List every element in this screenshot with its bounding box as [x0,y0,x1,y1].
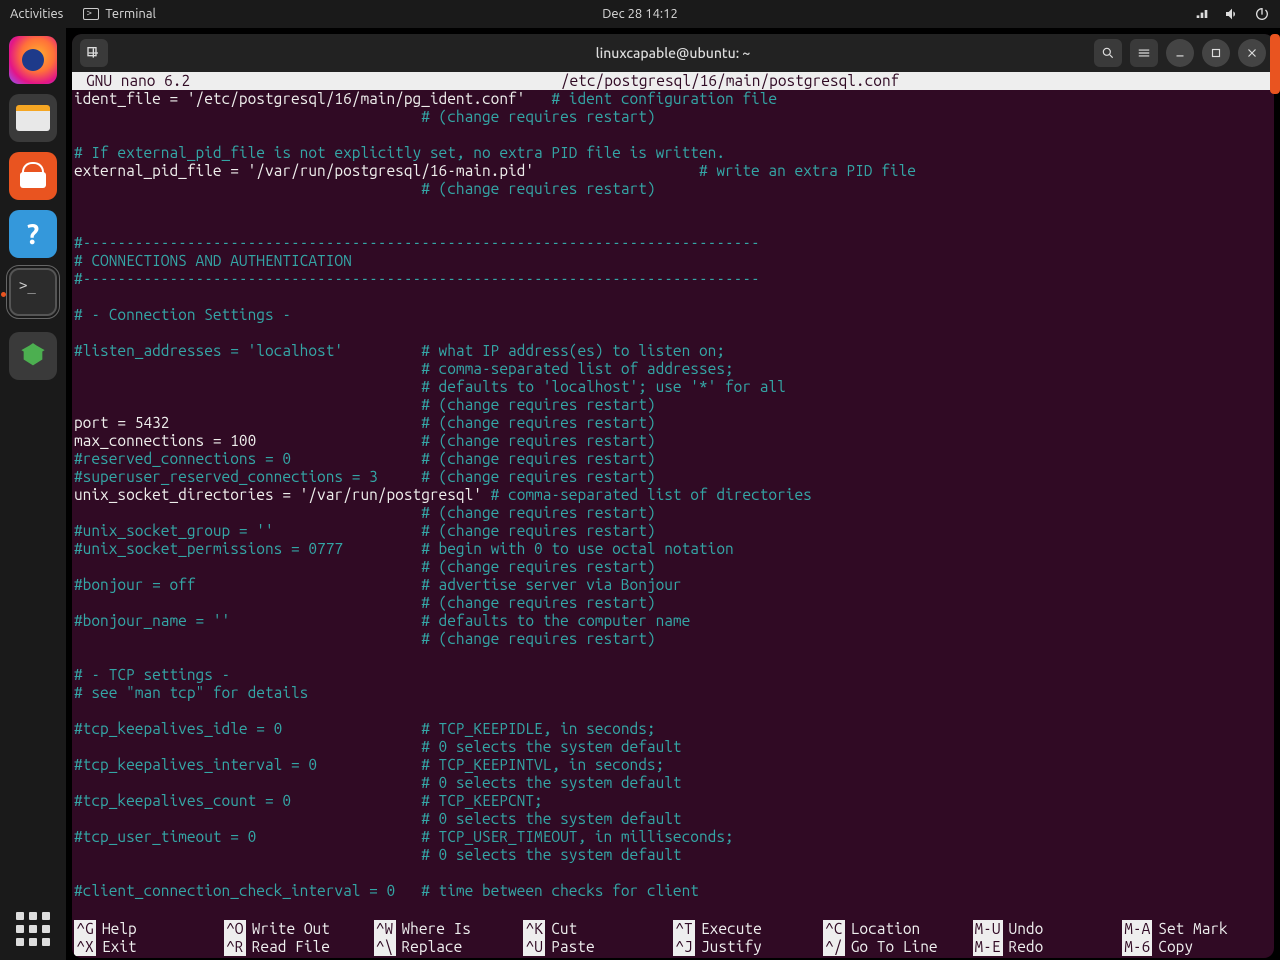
show-applications[interactable] [16,912,50,946]
shortcut-redo: M-E Redo [973,938,1123,956]
nano-header: GNU nano 6.2 /etc/postgresql/16/main/pos… [72,72,1274,90]
scrollbar-thumb[interactable] [1270,34,1280,94]
shortcut-key: ^W [374,920,396,938]
shortcut-label: Paste [551,938,594,956]
shortcut-key: ^O [224,920,246,938]
network-icon[interactable] [1194,6,1210,22]
shortcut-label: Read File [252,938,330,956]
shortcut-help: ^G Help [74,920,224,938]
nano-version: GNU nano 6.2 [76,72,190,90]
shortcut-key: ^K [523,920,545,938]
shortcut-set-mark: M-A Set Mark [1122,920,1272,938]
shortcut-label: Replace [402,938,463,956]
shortcut-label: Exit [102,938,137,956]
nano-body[interactable]: ident_file = '/etc/postgresql/16/main/pg… [72,90,1274,920]
shortcut-label: Write Out [252,920,330,938]
shortcut-key: M-6 [1122,938,1152,956]
active-app-indicator[interactable]: Terminal [83,7,156,21]
shortcut-label: Go To Line [851,938,938,956]
shortcut-label: Help [102,920,137,938]
shortcut-key: ^\ [374,938,396,956]
shortcut-replace: ^\ Replace [374,938,524,956]
menu-button[interactable] [1130,39,1158,67]
maximize-button[interactable] [1202,39,1230,67]
shortcut-key: ^G [74,920,96,938]
shortcut-key: M-U [973,920,1003,938]
nano-shortcuts: ^G Help ^O Write Out ^W Where Is ^K Cut ^T Execut… [72,920,1274,958]
active-app-label: Terminal [105,7,156,21]
shortcut-label: Location [851,920,920,938]
titlebar: linuxcapable@ubuntu: ~ [72,34,1274,72]
nano-filepath: /etc/postgresql/16/main/postgresql.conf [561,72,900,90]
shortcut-key: M-E [973,938,1003,956]
shortcut-key: ^J [673,938,695,956]
shortcut-cut: ^K Cut [523,920,673,938]
shortcut-paste: ^U Paste [523,938,673,956]
shortcut-copy: M-6 Copy [1122,938,1272,956]
shortcut-write-out: ^O Write Out [224,920,374,938]
shortcut-label: Justify [701,938,762,956]
shortcut-label: Copy [1158,938,1193,956]
dock-firefox[interactable] [9,36,57,84]
shortcut-label: Execute [701,920,762,938]
shortcut-label: Undo [1009,920,1044,938]
shortcut-key: M-A [1122,920,1152,938]
shortcut-label: Redo [1009,938,1044,956]
shortcut-label: Where Is [402,920,471,938]
shortcut-key: ^C [823,920,845,938]
shortcut-key: ^U [523,938,545,956]
terminal-icon [83,8,99,20]
shortcut-execute: ^T Execute [673,920,823,938]
shortcut-key: ^T [673,920,695,938]
new-tab-button[interactable] [80,39,108,67]
dock-trash[interactable] [9,332,57,380]
dock-help[interactable] [9,210,57,258]
shortcut-key: ^R [224,938,246,956]
shortcut-key: ^/ [823,938,845,956]
shortcut-undo: M-U Undo [973,920,1123,938]
close-button[interactable] [1238,39,1266,67]
shortcut-key: ^X [74,938,96,956]
terminal-window: linuxcapable@ubuntu: ~ GNU nano 6.2 /etc… [72,34,1274,958]
volume-icon[interactable] [1224,6,1240,22]
shortcut-where-is: ^W Where Is [374,920,524,938]
activities-button[interactable]: Activities [10,7,63,21]
power-icon[interactable] [1254,6,1270,22]
clock[interactable]: Dec 28 14:12 [602,7,678,21]
dock-software[interactable] [9,152,57,200]
dock-files[interactable] [9,94,57,142]
shortcut-label: Cut [551,920,577,938]
shortcut-go-to-line: ^/ Go To Line [823,938,973,956]
shortcut-location: ^C Location [823,920,973,938]
search-button[interactable] [1094,39,1122,67]
minimize-button[interactable] [1166,39,1194,67]
gnome-topbar: Activities Terminal Dec 28 14:12 [0,0,1280,28]
shortcut-label: Set Mark [1158,920,1227,938]
shortcut-justify: ^J Justify [673,938,823,956]
shortcut-exit: ^X Exit [74,938,224,956]
dock [0,28,66,960]
window-title: linuxcapable@ubuntu: ~ [596,45,751,61]
nano-editor[interactable]: GNU nano 6.2 /etc/postgresql/16/main/pos… [72,72,1274,958]
shortcut-read-file: ^R Read File [224,938,374,956]
dock-terminal[interactable] [9,268,57,316]
